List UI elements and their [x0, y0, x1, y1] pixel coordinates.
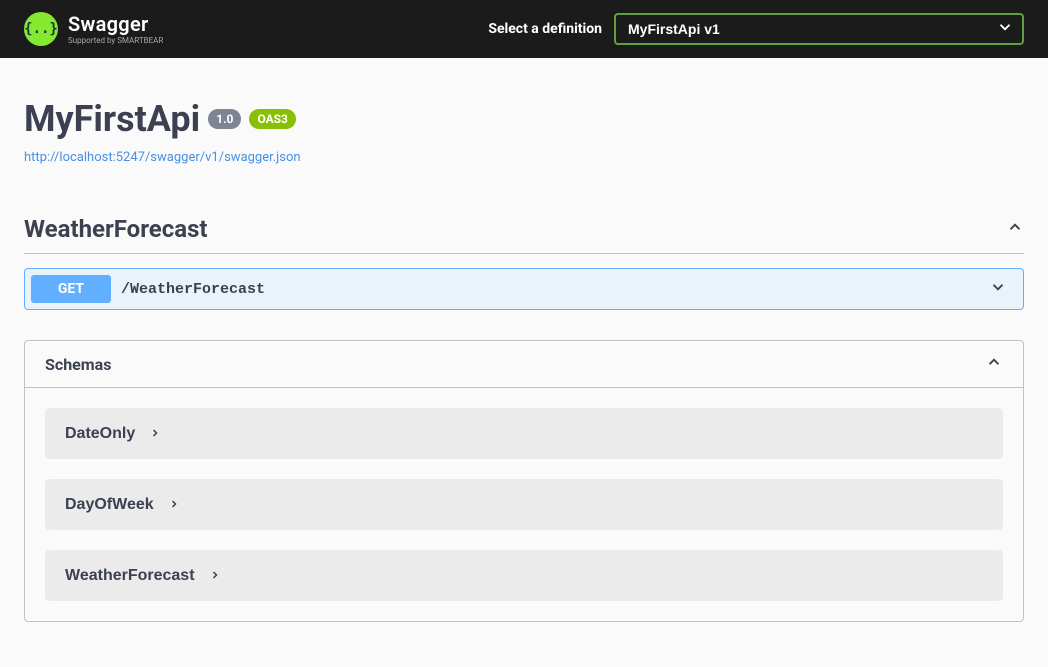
oas-badge: OAS3 [249, 109, 296, 129]
definition-select[interactable]: MyFirstApi v1 [614, 13, 1024, 45]
schemas-body: DateOnly DayOfWeek WeatherForecast [25, 387, 1023, 621]
schemas-section: Schemas DateOnly DayOfWeek WeatherForeca… [24, 340, 1024, 622]
chevron-right-icon [149, 424, 161, 443]
tag-name: WeatherForecast [24, 215, 208, 243]
logo-main-text: Swagger [68, 14, 163, 34]
schema-name: DayOfWeek [65, 496, 154, 514]
topbar: {..} Swagger Supported by SMARTBEAR Sele… [0, 0, 1048, 58]
tag-header[interactable]: WeatherForecast [24, 205, 1024, 254]
operation-get-weatherforecast[interactable]: GET /WeatherForecast [24, 268, 1024, 310]
schema-item-weatherforecast[interactable]: WeatherForecast [45, 550, 1003, 601]
main-content: MyFirstApi 1.0 OAS3 http://localhost:524… [0, 58, 1048, 646]
definition-selector: Select a definition MyFirstApi v1 [488, 13, 1024, 45]
swagger-logo-icon: {..} [24, 12, 58, 46]
schemas-title: Schemas [45, 355, 111, 374]
schema-item-dateonly[interactable]: DateOnly [45, 408, 1003, 459]
swagger-logo-text: Swagger Supported by SMARTBEAR [68, 14, 163, 45]
api-title: MyFirstApi [24, 98, 200, 140]
schema-name: WeatherForecast [65, 567, 195, 585]
spec-url-link[interactable]: http://localhost:5247/swagger/v1/swagger… [24, 150, 301, 165]
chevron-right-icon [168, 495, 180, 514]
logo-sub-text: Supported by SMARTBEAR [68, 37, 163, 45]
schema-item-dayofweek[interactable]: DayOfWeek [45, 479, 1003, 530]
definition-select-wrapper: MyFirstApi v1 [614, 13, 1024, 45]
chevron-up-icon [985, 353, 1003, 375]
title-row: MyFirstApi 1.0 OAS3 [24, 98, 1024, 140]
operation-path: /WeatherForecast [121, 281, 989, 298]
schema-name: DateOnly [65, 425, 135, 443]
version-badge: 1.0 [208, 109, 241, 129]
tag-section: WeatherForecast GET /WeatherForecast [24, 205, 1024, 310]
select-definition-label: Select a definition [488, 21, 602, 37]
swagger-logo[interactable]: {..} Swagger Supported by SMARTBEAR [24, 12, 163, 46]
chevron-down-icon [989, 278, 1017, 300]
chevron-up-icon [1006, 218, 1024, 240]
method-badge-get: GET [31, 275, 111, 303]
schemas-header[interactable]: Schemas [25, 341, 1023, 387]
chevron-right-icon [209, 566, 221, 585]
api-info: MyFirstApi 1.0 OAS3 http://localhost:524… [24, 98, 1024, 165]
